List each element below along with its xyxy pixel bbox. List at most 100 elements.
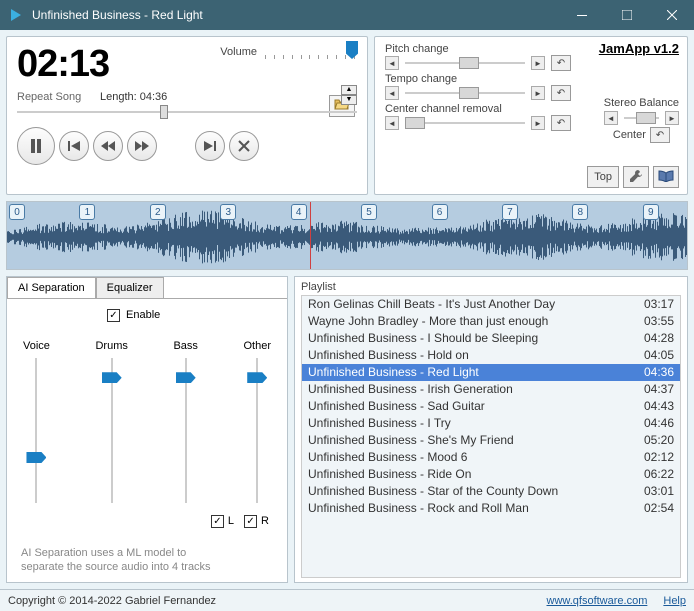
right-label: R	[261, 515, 269, 527]
waveform-marker-9[interactable]: 9	[643, 204, 659, 220]
close-button[interactable]	[649, 0, 694, 30]
waveform-marker-5[interactable]: 5	[361, 204, 377, 220]
playlist-row[interactable]: Unfinished Business - Red Light04:36	[302, 364, 680, 381]
titlebar[interactable]: Unfinished Business - Red Light	[0, 0, 694, 30]
playlist-row[interactable]: Unfinished Business - Mood 602:12	[302, 449, 680, 466]
bass-label: Bass	[173, 340, 197, 352]
playlist-list[interactable]: Ron Gelinas Chill Beats - It's Just Anot…	[301, 295, 681, 579]
right-checkbox[interactable]: ✓	[244, 515, 257, 528]
tempo-label: Tempo change	[385, 73, 677, 85]
left-label: L	[228, 515, 234, 527]
help-button[interactable]	[653, 166, 679, 188]
playlist-row[interactable]: Unfinished Business - Ride On06:22	[302, 466, 680, 483]
pitch-undo-button[interactable]: ↶	[551, 55, 571, 71]
progress-thumb[interactable]	[160, 105, 168, 119]
playlist-item-duration: 04:05	[630, 347, 674, 364]
waveform-marker-6[interactable]: 6	[432, 204, 448, 220]
tempo-undo-button[interactable]: ↶	[551, 85, 571, 101]
tempo-slider[interactable]	[405, 87, 525, 99]
waveform-marker-2[interactable]: 2	[150, 204, 166, 220]
playlist-item-name: Unfinished Business - She's My Friend	[308, 432, 630, 449]
center-undo-button[interactable]: ↶	[551, 115, 571, 131]
tab-equalizer[interactable]: Equalizer	[96, 277, 164, 298]
tab-ai-separation[interactable]: AI Separation	[7, 277, 96, 299]
balance-left-button[interactable]: ◄	[604, 111, 618, 125]
playlist-item-duration: 04:37	[630, 381, 674, 398]
stop-button[interactable]	[229, 131, 259, 161]
playlist-item-name: Unfinished Business - Irish Generation	[308, 381, 630, 398]
website-link[interactable]: www.qfsoftware.com	[547, 595, 648, 607]
help-link[interactable]: Help	[663, 595, 686, 607]
center-left-button[interactable]: ◄	[385, 116, 399, 130]
drums-slider[interactable]	[102, 358, 122, 503]
next-button[interactable]	[195, 131, 225, 161]
progress-slider[interactable]: ▲ ▼	[17, 107, 357, 117]
enable-checkbox[interactable]: ✓	[107, 309, 120, 322]
voice-label: Voice	[23, 340, 50, 352]
waveform-marker-7[interactable]: 7	[502, 204, 518, 220]
waveform-marker-3[interactable]: 3	[220, 204, 236, 220]
balance-undo-button[interactable]: ↶	[650, 127, 670, 143]
tempo-left-button[interactable]: ◄	[385, 86, 399, 100]
left-checkbox[interactable]: ✓	[211, 515, 224, 528]
repeat-label: Repeat Song	[17, 91, 92, 103]
length-down-button[interactable]: ▼	[341, 95, 357, 105]
rewind-button[interactable]	[93, 131, 123, 161]
playlist-item-duration: 02:54	[630, 500, 674, 517]
bass-slider[interactable]	[176, 358, 196, 503]
volume-label: Volume	[220, 46, 257, 58]
playlist-row[interactable]: Unfinished Business - Irish Generation04…	[302, 381, 680, 398]
playlist-row[interactable]: Unfinished Business - Hold on04:05	[302, 347, 680, 364]
center-right-button[interactable]: ►	[531, 116, 545, 130]
tempo-right-button[interactable]: ►	[531, 86, 545, 100]
pitch-left-button[interactable]: ◄	[385, 56, 399, 70]
playlist-item-name: Ron Gelinas Chill Beats - It's Just Anot…	[308, 296, 630, 313]
balance-slider[interactable]	[624, 112, 659, 124]
playlist-item-name: Unfinished Business - Sad Guitar	[308, 398, 630, 415]
playlist-item-name: Unfinished Business - Red Light	[308, 364, 630, 381]
drums-label: Drums	[95, 340, 127, 352]
prev-button[interactable]	[59, 131, 89, 161]
playlist-row[interactable]: Unfinished Business - I Should be Sleepi…	[302, 330, 680, 347]
waveform-marker-4[interactable]: 4	[291, 204, 307, 220]
other-slider[interactable]	[247, 358, 267, 503]
forward-button[interactable]	[127, 131, 157, 161]
maximize-button[interactable]	[604, 0, 649, 30]
playlist-row[interactable]: Unfinished Business - Star of the County…	[302, 483, 680, 500]
playlist-row[interactable]: Ron Gelinas Chill Beats - It's Just Anot…	[302, 296, 680, 313]
pause-button[interactable]	[17, 127, 55, 165]
playlist-row[interactable]: Unfinished Business - Sad Guitar04:43	[302, 398, 680, 415]
playlist-row[interactable]: Unfinished Business - I Try04:46	[302, 415, 680, 432]
playlist-item-name: Unfinished Business - Hold on	[308, 347, 630, 364]
undo-icon: ↶	[656, 130, 664, 141]
copyright-text: Copyright © 2014-2022 Gabriel Fernandez	[8, 595, 216, 607]
waveform-marker-0[interactable]: 0	[9, 204, 25, 220]
playlist-item-duration: 04:28	[630, 330, 674, 347]
minimize-button[interactable]	[559, 0, 604, 30]
playlist-item-duration: 05:20	[630, 432, 674, 449]
top-button[interactable]: Top	[587, 166, 619, 188]
settings-button[interactable]	[623, 166, 649, 188]
balance-right-button[interactable]: ►	[665, 111, 679, 125]
playlist-row[interactable]: Wayne John Bradley - More than just enou…	[302, 313, 680, 330]
pitch-right-button[interactable]: ►	[531, 56, 545, 70]
voice-slider[interactable]	[26, 358, 46, 503]
playhead[interactable]	[310, 202, 311, 269]
length-label: Length: 04:36	[100, 91, 167, 103]
playlist-row[interactable]: Unfinished Business - Rock and Roll Man0…	[302, 500, 680, 517]
enable-label: Enable	[126, 309, 160, 321]
pitch-slider[interactable]	[405, 57, 525, 69]
waveform-marker-8[interactable]: 8	[572, 204, 588, 220]
waveform-view[interactable]: 0 1 2 3 4 5 6 7 8 9	[6, 201, 688, 270]
length-up-button[interactable]: ▲	[341, 85, 357, 95]
waveform-marker-1[interactable]: 1	[79, 204, 95, 220]
other-label: Other	[243, 340, 271, 352]
playlist-item-duration: 03:55	[630, 313, 674, 330]
app-icon	[8, 7, 24, 23]
center-slider[interactable]	[405, 117, 525, 129]
playlist-item-duration: 06:22	[630, 466, 674, 483]
playlist-item-name: Unfinished Business - I Should be Sleepi…	[308, 330, 630, 347]
volume-slider[interactable]	[265, 45, 355, 59]
playlist-row[interactable]: Unfinished Business - She's My Friend05:…	[302, 432, 680, 449]
undo-icon: ↶	[557, 58, 565, 69]
